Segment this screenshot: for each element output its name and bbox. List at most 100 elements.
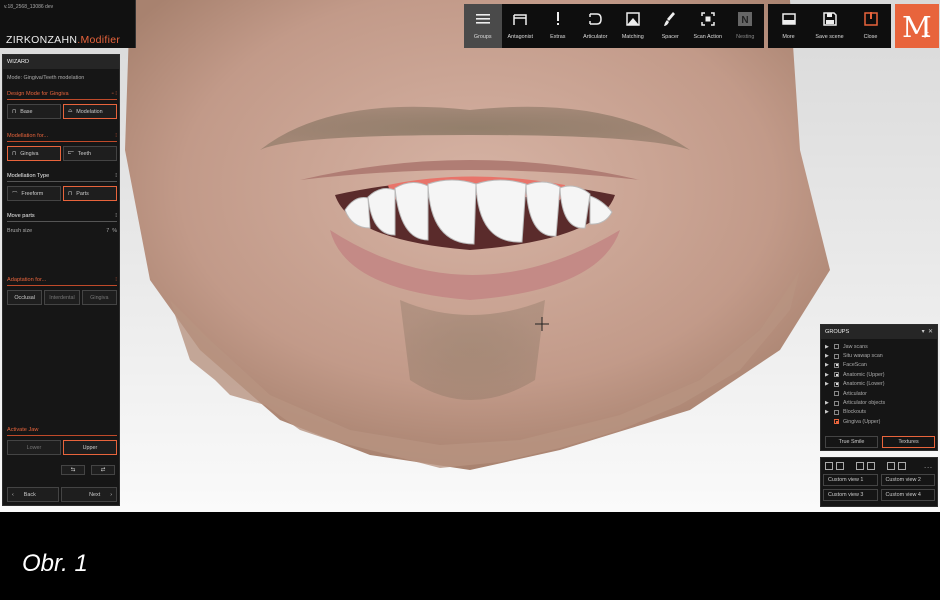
visibility-checkbox[interactable] — [834, 400, 839, 406]
visibility-checkbox[interactable] — [834, 344, 839, 350]
save-scene-label: Save scene — [815, 34, 844, 40]
view-right-icon[interactable] — [867, 462, 875, 470]
group-item[interactable]: ▶ Jaw scans — [825, 342, 933, 351]
group-item[interactable]: ▶ Anatomic (Upper) — [825, 370, 933, 379]
nesting-label: Nesting — [736, 34, 755, 40]
expand-arrow-icon[interactable]: ▶ — [825, 353, 830, 359]
true-smile-button[interactable]: True Smile — [825, 436, 878, 448]
view-left-icon[interactable] — [856, 462, 864, 470]
info-icon[interactable]: ⁝ — [115, 277, 117, 283]
gingiva-button[interactable]: ⊓ Gingiva — [7, 146, 61, 161]
save-icon — [822, 11, 838, 27]
upper-jaw-button[interactable]: Upper — [63, 440, 117, 455]
undo-button[interactable]: ⇆ — [61, 465, 85, 475]
group-item[interactable]: ▶ Blockouts — [825, 408, 933, 417]
group-item[interactable]: ▶ Situ wawap scan — [825, 351, 933, 360]
groups-heading: GROUPS — [825, 329, 850, 335]
expand-arrow-icon[interactable]: ▶ — [825, 372, 830, 378]
lock-info-icon[interactable]: ▫ ⁝ — [112, 91, 117, 97]
teeth-button[interactable]: ⫍ Teeth — [63, 146, 117, 161]
matching-button[interactable]: Matching — [614, 4, 652, 48]
info-icon[interactable]: ⁝ — [115, 133, 117, 139]
back-button[interactable]: ‹ Back — [7, 487, 59, 502]
spacer-button[interactable]: Spacer — [652, 4, 690, 48]
articulator-button[interactable]: Articulator — [577, 4, 615, 48]
modelation-button[interactable]: ⌓ Modelation — [63, 104, 117, 119]
interdental-button[interactable]: Interdental — [44, 290, 80, 305]
custom-view-4-button[interactable]: Custom view 4 — [880, 489, 935, 501]
group-list: ▶ Jaw scans ▶ Situ wawap scan ▶ FaceScan ▶ Anat… — [821, 339, 937, 430]
visibility-checkbox[interactable] — [834, 419, 839, 425]
articulator-label: Articulator — [583, 34, 608, 40]
extras-button[interactable]: Extras — [539, 4, 577, 48]
groups-button[interactable]: Groups — [464, 4, 502, 48]
info-icon[interactable]: ⁝ — [115, 173, 117, 179]
group-item-label: Situ wawap scan — [843, 353, 883, 360]
nesting-button[interactable]: N Nesting — [727, 4, 765, 48]
occlusal-button[interactable]: Occlusal — [7, 290, 43, 305]
collapse-icon[interactable]: ▾ — [922, 329, 925, 335]
redo-button[interactable]: ⇄ — [91, 465, 115, 475]
info-icon[interactable]: ⁝ — [115, 213, 117, 219]
custom-view-1-button[interactable]: Custom view 1 — [823, 474, 878, 486]
teeth-label: Teeth — [77, 150, 91, 157]
adaptation-section: Adaptation for... ⁝ Occlusal Interdental … — [7, 277, 117, 305]
group-item[interactable]: ▶ Articulator objects — [825, 398, 933, 407]
antagonist-icon — [512, 11, 528, 27]
expand-arrow-icon[interactable]: ▶ — [825, 400, 830, 406]
gingiva-adapt-button[interactable]: Gingiva — [81, 290, 117, 305]
view-bottom-icon[interactable] — [898, 462, 906, 470]
group-item[interactable]: ▶ Anatomic (Lower) — [825, 380, 933, 389]
close-icon[interactable]: ✕ — [928, 329, 933, 335]
group-item[interactable]: Gingiva (Upper) — [825, 417, 933, 426]
interdental-label: Interdental — [49, 294, 75, 301]
more-button[interactable]: More — [768, 4, 809, 48]
visibility-checkbox[interactable] — [834, 362, 839, 368]
view-front-icon[interactable] — [825, 462, 833, 470]
lower-jaw-button[interactable]: Lower — [7, 440, 61, 455]
view-back-icon[interactable] — [836, 462, 844, 470]
close-button[interactable]: Close — [850, 4, 891, 48]
main-toolbar: Groups Antagonist Extras Articulator Mat… — [464, 4, 764, 48]
expand-arrow-icon[interactable]: ▶ — [825, 362, 830, 368]
3d-viewport[interactable] — [0, 0, 940, 512]
expand-arrow-icon[interactable]: ▶ — [825, 409, 830, 415]
views-panel: ... Custom view 1 Custom view 2 Custom v… — [820, 457, 938, 507]
next-button[interactable]: Next › — [61, 487, 117, 502]
scan-action-button[interactable]: Scan Action — [689, 4, 727, 48]
visibility-checkbox[interactable] — [834, 391, 839, 397]
exclamation-icon — [550, 11, 566, 27]
svg-text:N: N — [742, 15, 749, 26]
group-item[interactable]: Articulator — [825, 389, 933, 398]
custom-view-2-button[interactable]: Custom view 2 — [880, 474, 935, 486]
upper-label: Upper — [82, 444, 98, 451]
antagonist-button[interactable]: Antagonist — [502, 4, 540, 48]
brush-size-value[interactable]: 7 — [106, 228, 109, 234]
group-item[interactable]: ▶ FaceScan — [825, 361, 933, 370]
group-item-label: Blockouts — [843, 409, 866, 416]
save-scene-button[interactable]: Save scene — [809, 4, 850, 48]
adaptation-heading: Adaptation for... — [7, 277, 47, 283]
secondary-toolbar: More Save scene Close — [768, 4, 891, 48]
visibility-checkbox[interactable] — [834, 409, 839, 415]
group-item-label: Articulator objects — [843, 400, 886, 407]
visibility-checkbox[interactable] — [834, 381, 839, 387]
view-top-icon[interactable] — [887, 462, 895, 470]
visibility-checkbox[interactable] — [834, 353, 839, 359]
base-button[interactable]: ⊓ Base — [7, 104, 61, 119]
brush-size-row[interactable]: Brush size 7 % — [7, 228, 117, 234]
group-item-label: Anatomic (Upper) — [843, 371, 885, 378]
spacer-label: Spacer — [661, 34, 679, 40]
expand-arrow-icon[interactable]: ▶ — [825, 344, 830, 350]
expand-arrow-icon[interactable]: ▶ — [825, 381, 830, 387]
textures-button[interactable]: Textures — [882, 436, 935, 448]
custom-view-3-button[interactable]: Custom view 3 — [823, 489, 878, 501]
brand-main: ZIRKONZAHN — [6, 34, 78, 46]
brand-accent: .Modifier — [77, 34, 121, 46]
version-label: v.18_2568_13086 dev — [4, 4, 54, 10]
visibility-checkbox[interactable] — [834, 372, 839, 378]
more-views-icon[interactable]: ... — [924, 463, 933, 470]
parts-button[interactable]: ⊓ Parts — [63, 186, 117, 201]
group-item-label: Jaw scans — [843, 343, 868, 350]
freeform-button[interactable]: ⌒ Freeform — [7, 186, 61, 201]
